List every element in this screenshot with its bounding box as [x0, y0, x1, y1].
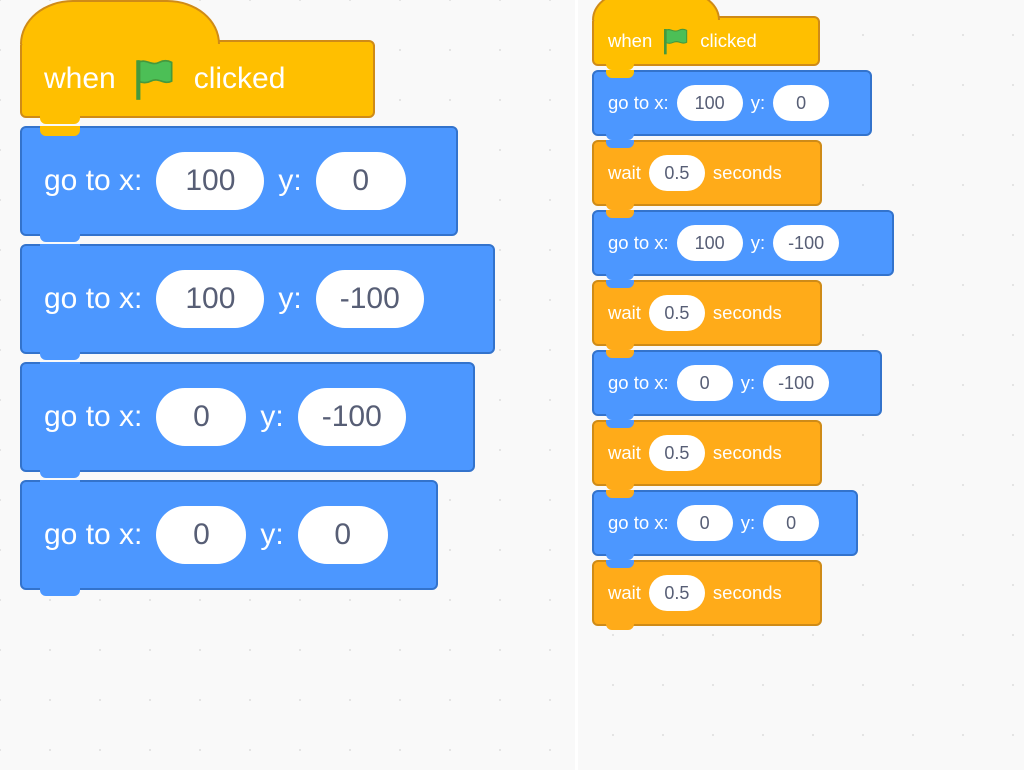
- seconds-input[interactable]: 0.5: [649, 435, 705, 471]
- y-input[interactable]: 0: [763, 505, 819, 541]
- goto-x-label: go to x:: [608, 512, 669, 534]
- block-connector-notch: [606, 62, 634, 70]
- seconds-label: seconds: [713, 582, 782, 604]
- y-label: y:: [260, 518, 283, 552]
- block-connector-notch: [606, 350, 634, 358]
- block-connector-notch: [606, 272, 634, 280]
- goto-x-label: go to x:: [44, 282, 142, 316]
- when-flag-clicked-block[interactable]: when clicked: [592, 16, 820, 66]
- wait-label: wait: [608, 442, 641, 464]
- y-label: y:: [278, 282, 301, 316]
- goto-xy-block[interactable]: go to x: 0 y: 0: [20, 480, 438, 590]
- seconds-input[interactable]: 0.5: [649, 295, 705, 331]
- y-label: y:: [278, 164, 301, 198]
- block-connector-notch: [40, 468, 80, 478]
- seconds-label: seconds: [713, 162, 782, 184]
- block-connector-notch: [40, 350, 80, 360]
- block-connector-notch: [40, 126, 80, 136]
- y-input[interactable]: -100: [763, 365, 829, 401]
- goto-xy-block[interactable]: go to x: 100 y: 0: [592, 70, 872, 136]
- y-input[interactable]: 0: [298, 506, 388, 564]
- workspace-left: when clicked go to x: 100 y: 0 go: [0, 0, 575, 770]
- when-flag-clicked-block[interactable]: when clicked: [20, 40, 375, 118]
- y-input[interactable]: -100: [773, 225, 839, 261]
- x-input[interactable]: 0: [677, 365, 733, 401]
- wait-label: wait: [608, 162, 641, 184]
- clicked-label: clicked: [700, 30, 757, 52]
- script-right[interactable]: when clicked go to x: 100 y: 0 wait 0.5 …: [592, 16, 894, 626]
- block-connector-notch: [40, 244, 80, 254]
- block-connector-notch: [40, 114, 80, 124]
- wait-seconds-block[interactable]: wait 0.5 seconds: [592, 140, 822, 206]
- green-flag-icon: [130, 54, 180, 104]
- block-connector-notch: [606, 140, 634, 148]
- wait-seconds-block[interactable]: wait 0.5 seconds: [592, 280, 822, 346]
- block-connector-notch: [606, 482, 634, 490]
- block-connector-notch: [40, 480, 80, 490]
- x-input[interactable]: 100: [677, 225, 743, 261]
- y-label: y:: [751, 92, 765, 114]
- clicked-label: clicked: [194, 62, 286, 96]
- when-label: when: [44, 62, 116, 96]
- x-input[interactable]: 100: [677, 85, 743, 121]
- goto-x-label: go to x:: [608, 92, 669, 114]
- block-connector-notch: [606, 420, 634, 428]
- y-input[interactable]: 0: [773, 85, 829, 121]
- x-input[interactable]: 0: [677, 505, 733, 541]
- goto-xy-block[interactable]: go to x: 100 y: -100: [592, 210, 894, 276]
- y-label: y:: [741, 372, 755, 394]
- green-flag-icon: [660, 25, 692, 57]
- block-connector-notch: [606, 342, 634, 350]
- block-connector-notch: [40, 586, 80, 596]
- goto-x-label: go to x:: [44, 164, 142, 198]
- wait-label: wait: [608, 302, 641, 324]
- seconds-input[interactable]: 0.5: [649, 155, 705, 191]
- goto-x-label: go to x:: [608, 232, 669, 254]
- block-connector-notch: [606, 412, 634, 420]
- x-input[interactable]: 100: [156, 270, 264, 328]
- goto-x-label: go to x:: [44, 518, 142, 552]
- y-input[interactable]: 0: [316, 152, 406, 210]
- block-connector-notch: [606, 210, 634, 218]
- block-connector-notch: [606, 202, 634, 210]
- goto-x-label: go to x:: [608, 372, 669, 394]
- block-connector-notch: [606, 280, 634, 288]
- seconds-label: seconds: [713, 302, 782, 324]
- workspace-right: when clicked go to x: 100 y: 0 wait 0.5 …: [578, 0, 1024, 770]
- wait-seconds-block[interactable]: wait 0.5 seconds: [592, 420, 822, 486]
- hat-top-curve: [592, 0, 720, 20]
- script-left[interactable]: when clicked go to x: 100 y: 0 go: [20, 40, 495, 590]
- goto-xy-block[interactable]: go to x: 100 y: 0: [20, 126, 458, 236]
- block-connector-notch: [606, 560, 634, 568]
- block-connector-notch: [606, 132, 634, 140]
- goto-xy-block[interactable]: go to x: 0 y: 0: [592, 490, 858, 556]
- when-label: when: [608, 30, 652, 52]
- seconds-label: seconds: [713, 442, 782, 464]
- goto-x-label: go to x:: [44, 400, 142, 434]
- y-label: y:: [260, 400, 283, 434]
- wait-label: wait: [608, 582, 641, 604]
- block-connector-notch: [40, 232, 80, 242]
- block-connector-notch: [606, 552, 634, 560]
- goto-xy-block[interactable]: go to x: 100 y: -100: [20, 244, 495, 354]
- x-input[interactable]: 0: [156, 506, 246, 564]
- y-label: y:: [741, 512, 755, 534]
- block-connector-notch: [606, 70, 634, 78]
- block-connector-notch: [606, 490, 634, 498]
- y-label: y:: [751, 232, 765, 254]
- y-input[interactable]: -100: [298, 388, 406, 446]
- goto-xy-block[interactable]: go to x: 0 y: -100: [592, 350, 882, 416]
- x-input[interactable]: 100: [156, 152, 264, 210]
- block-connector-notch: [606, 622, 634, 630]
- y-input[interactable]: -100: [316, 270, 424, 328]
- block-connector-notch: [40, 362, 80, 372]
- seconds-input[interactable]: 0.5: [649, 575, 705, 611]
- x-input[interactable]: 0: [156, 388, 246, 446]
- hat-top-curve: [20, 0, 220, 44]
- goto-xy-block[interactable]: go to x: 0 y: -100: [20, 362, 475, 472]
- wait-seconds-block[interactable]: wait 0.5 seconds: [592, 560, 822, 626]
